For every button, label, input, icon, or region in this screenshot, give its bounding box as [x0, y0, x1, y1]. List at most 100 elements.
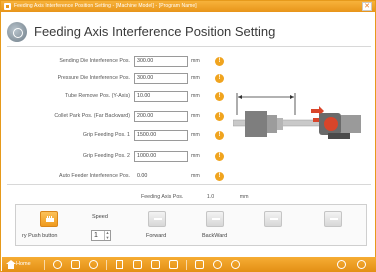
header-divider — [7, 46, 371, 47]
home-label: Home — [16, 261, 31, 267]
toolbar-next-button[interactable] — [356, 259, 367, 270]
warning-icon[interactable]: ! — [215, 112, 224, 121]
back-icon — [337, 260, 346, 269]
param-row-collet-park: Collet Park Pos. (Far Backward) 200.00 m… — [1, 111, 241, 123]
toolbar-help-button[interactable] — [230, 259, 241, 270]
param-unit: mm — [191, 75, 200, 81]
clock-icon — [89, 260, 98, 269]
carriage-collet — [267, 115, 277, 133]
home-icon — [6, 260, 16, 269]
title-bar: Feeding Axis Interference Position Setti… — [1, 1, 375, 12]
param-label: Pressure Die Interference Pos. — [57, 75, 130, 81]
image-icon — [195, 260, 204, 269]
app-window: Feeding Axis Interference Position Setti… — [0, 0, 376, 272]
warning-icon[interactable]: ! — [215, 92, 224, 101]
toolbar-list-button-2[interactable] — [150, 259, 161, 270]
arrow-head-left — [238, 95, 242, 99]
param-row-tube-remove: Tube Remove Pos. (Y-Axis) 10.00 mm ! — [1, 91, 241, 103]
hand-icon — [46, 216, 54, 222]
app-icon — [4, 3, 11, 10]
param-label: Auto Feeder Interference Pos. — [59, 173, 130, 179]
forward-label: Forward — [146, 233, 167, 239]
param-input-collet-park[interactable]: 200.00 — [134, 111, 188, 122]
toolbar-separator — [186, 260, 187, 270]
param-row-grip-feeding-2: Grip Feeding Pos. 2 1000.00 mm ! — [1, 151, 241, 163]
param-input-pressure-die[interactable]: 300.00 — [134, 73, 188, 84]
disabled-button-4[interactable] — [324, 211, 342, 227]
toolbar-settings-button[interactable] — [52, 259, 63, 270]
toolbar-image-button[interactable] — [194, 259, 205, 270]
speed-label: Speed — [92, 214, 108, 220]
folder-icon — [169, 260, 178, 269]
toolbar-clock-button[interactable] — [88, 259, 99, 270]
close-button[interactable]: ✕ — [362, 2, 372, 11]
jog-push-button[interactable] — [40, 211, 58, 227]
param-label: Tube Remove Pos. (Y-Axis) — [65, 93, 130, 99]
carriage-nose — [277, 118, 283, 130]
param-label: Collet Park Pos. (Far Backward) — [54, 113, 130, 119]
param-unit: mm — [191, 93, 200, 99]
blank-icon — [270, 218, 278, 220]
param-unit: mm — [191, 173, 200, 179]
backward-button[interactable] — [206, 211, 224, 227]
param-unit: mm — [191, 58, 200, 64]
help-icon — [231, 260, 240, 269]
speed-value: 1 — [94, 232, 98, 239]
param-label: Grip Feeding Pos. 1 — [82, 132, 130, 138]
forward-button[interactable] — [148, 211, 166, 227]
warning-icon[interactable]: ! — [215, 152, 224, 161]
jog-button-label: ry Push button — [22, 233, 58, 239]
toolbar-lock-button[interactable] — [70, 259, 81, 270]
feeding-pos-value: 1.0 — [206, 194, 215, 200]
die-base — [328, 133, 350, 139]
arrow-head-right — [290, 95, 294, 99]
param-label: Sending Die Interference Pos. — [59, 58, 130, 64]
toolbar-folder-button[interactable] — [168, 259, 179, 270]
param-input-grip-feeding-2[interactable]: 1000.00 — [134, 151, 188, 162]
param-input-tube-remove[interactable]: 10.00 — [134, 91, 188, 102]
param-row-pressure-die: Pressure Die Interference Pos. 300.00 mm… — [1, 73, 241, 85]
carriage-body — [245, 111, 267, 137]
feeding-pos-unit: mm — [239, 194, 249, 200]
backward-label: BackWard — [202, 233, 228, 239]
die-housing — [341, 115, 361, 133]
machine-diagram — [233, 93, 361, 139]
param-input-grip-feeding-1[interactable]: 1500.00 — [134, 130, 188, 141]
forward-icon — [154, 218, 162, 220]
param-row-grip-feeding-1: Grip Feeding Pos. 1 1500.00 mm ! — [1, 130, 241, 142]
toolbar-list-button[interactable] — [132, 259, 143, 270]
param-row-auto-feeder: Auto Feeder Interference Pos. 0.00 mm ! — [1, 171, 241, 183]
toolbar-back-button[interactable] — [336, 259, 347, 270]
backward-icon — [212, 218, 220, 220]
warning-icon[interactable]: ! — [215, 74, 224, 83]
toolbar-separator — [106, 260, 107, 270]
speed-select[interactable]: 1 ▲ ▼ — [91, 230, 111, 241]
document-icon — [116, 260, 123, 269]
speed-spinner[interactable]: ▲ ▼ — [104, 230, 110, 240]
page-header: Feeding Axis Interference Position Setti… — [7, 21, 367, 45]
list-icon — [133, 260, 142, 269]
params-divider — [7, 184, 371, 185]
gear-icon — [213, 260, 222, 269]
feeding-pos-label: Feeding Axis Pos. — [141, 194, 184, 200]
param-unit: mm — [191, 132, 200, 138]
param-label: Grip Feeding Pos. 2 — [82, 153, 130, 159]
bottom-toolbar: Home — [2, 257, 376, 272]
lock-icon — [71, 260, 80, 269]
param-unit: mm — [191, 153, 200, 159]
feeding-pos-row: Feeding Axis Pos. 1.0 mm — [141, 194, 249, 200]
gear-icon — [7, 22, 27, 42]
param-unit: mm — [191, 113, 200, 119]
warning-icon[interactable]: ! — [215, 172, 224, 181]
param-input-sending-die[interactable]: 300.00 — [134, 56, 188, 67]
next-icon — [357, 260, 366, 269]
toolbar-gear-button[interactable] — [212, 259, 223, 270]
list-icon — [151, 260, 160, 269]
toolbar-document-button[interactable] — [114, 259, 125, 270]
warning-icon[interactable]: ! — [215, 57, 224, 66]
warning-icon[interactable]: ! — [215, 131, 224, 140]
toolbar-separator — [44, 260, 45, 270]
param-row-sending-die: Sending Die Interference Pos. 300.00 mm … — [1, 56, 241, 68]
disabled-button-3[interactable] — [264, 211, 282, 227]
page-title: Feeding Axis Interference Position Setti… — [34, 24, 276, 39]
